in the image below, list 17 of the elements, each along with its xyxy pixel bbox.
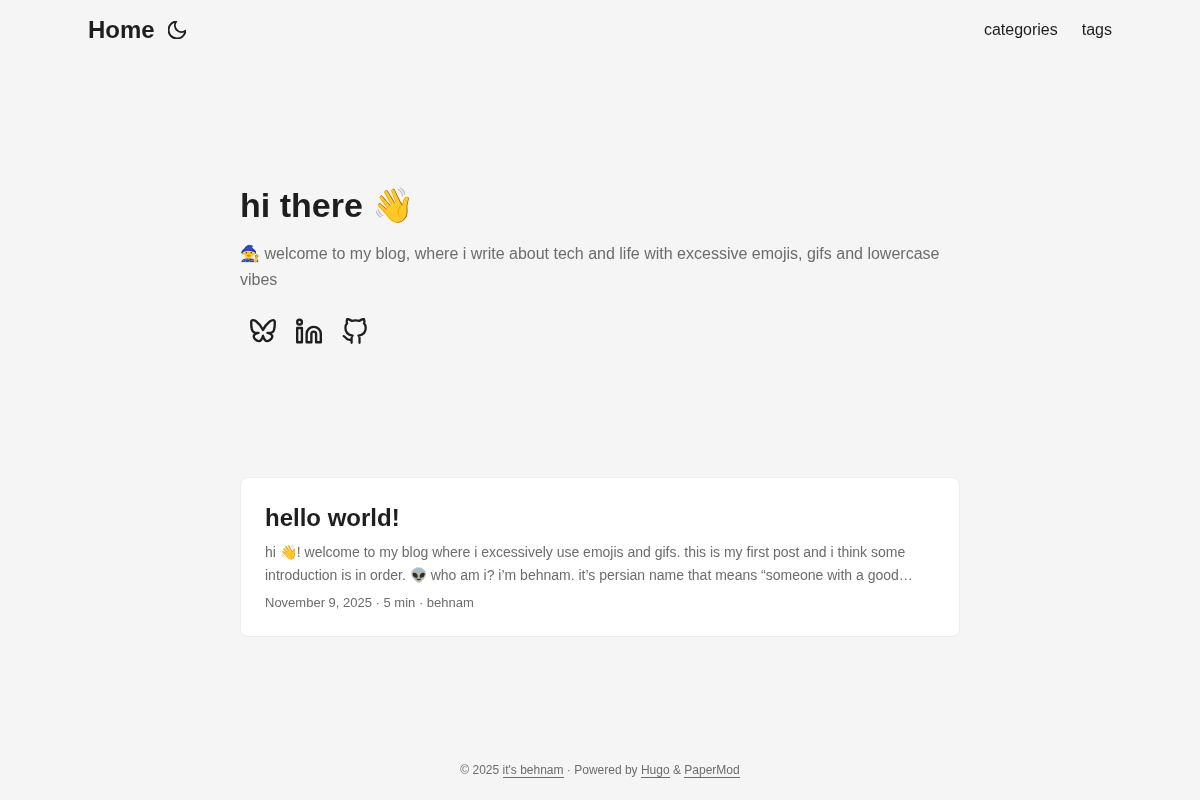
footer-link[interactable]: PaperMod (684, 763, 740, 778)
post-meta: November 9, 2025 · 5 min · behnam (265, 594, 475, 613)
linkedin-icon (296, 318, 322, 345)
footer-link[interactable]: Hugo (640, 763, 670, 778)
menu-link[interactable]: tags (1081, 21, 1112, 38)
post-summary: hi 👋! welcome to my blog where i excessively use emojis and gifs. this is my first post and i think some introduction is in order. 👽 who am i? i’m behnam. it’s persian name that means “someone with a good… (265, 543, 914, 585)
moon-icon (167, 21, 186, 39)
theme-toggle-button[interactable] (167, 21, 186, 39)
hero-description: 🧙 welcome to my blog, where i write about tech and life with excessive emojis, gifs and lowercase vibes (240, 244, 941, 290)
footer-link[interactable]: it's behnam (502, 763, 564, 778)
home-logo-link[interactable]: Home (88, 15, 155, 45)
hero-title: hi there 👋 (240, 185, 416, 226)
butterfly-icon (250, 318, 276, 345)
menu-link[interactable]: categories (983, 21, 1058, 38)
github-icon (342, 318, 368, 345)
post-title: hello world! (265, 503, 401, 534)
footer-text: © 2025 it's behnam · Powered by Hugo & PaperMod (460, 762, 740, 778)
